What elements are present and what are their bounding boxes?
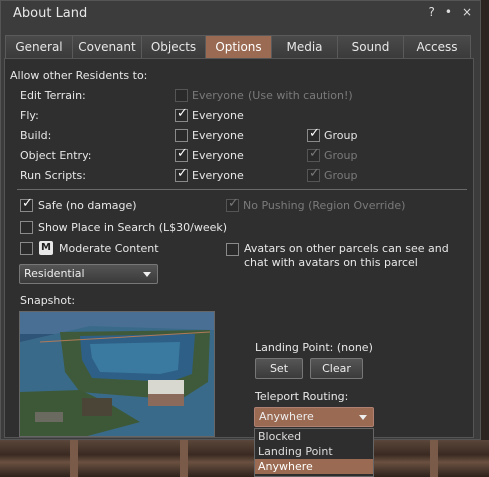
run-scripts-everyone-checkbox[interactable]: ✓ bbox=[175, 166, 188, 182]
help-icon[interactable]: ? bbox=[428, 5, 434, 19]
checkmark-icon: ✓ bbox=[22, 196, 33, 211]
snapshot-image[interactable] bbox=[19, 311, 215, 437]
clear-button[interactable]: Clear bbox=[310, 358, 363, 379]
teleport-routing-value: Anywhere bbox=[259, 410, 314, 423]
allow-heading: Allow other Residents to: bbox=[10, 69, 148, 82]
tab-options[interactable]: Options bbox=[205, 35, 272, 59]
edit-terrain-everyone-label: Everyone bbox=[192, 89, 244, 102]
edit-terrain-everyone-checkbox[interactable] bbox=[175, 89, 188, 102]
checkmark-icon: ✓ bbox=[309, 146, 320, 161]
checkmark-icon: ✓ bbox=[177, 146, 188, 161]
no-pushing-checkbox[interactable]: ✓ bbox=[226, 196, 239, 212]
run-scripts-group-label: Group bbox=[324, 169, 358, 182]
fly-label: Fly: bbox=[20, 109, 39, 122]
teleport-routing-label: Teleport Routing: bbox=[255, 390, 349, 403]
set-button[interactable]: Set bbox=[255, 358, 303, 379]
checkmark-icon: ✓ bbox=[177, 106, 188, 121]
minimize-icon[interactable]: • bbox=[445, 5, 452, 19]
avatars-see-label-line1: Avatars on other parcels can see and bbox=[244, 242, 449, 255]
landing-point-label: Landing Point: (none) bbox=[255, 341, 373, 354]
checkmark-icon: ✓ bbox=[309, 166, 320, 181]
object-entry-everyone-checkbox[interactable]: ✓ bbox=[175, 146, 188, 162]
moderate-rating-icon: M bbox=[39, 241, 53, 255]
object-entry-label: Object Entry: bbox=[20, 149, 92, 162]
tab-access[interactable]: Access bbox=[403, 35, 471, 59]
background-scene bbox=[0, 440, 489, 477]
fly-everyone-label: Everyone bbox=[192, 109, 244, 122]
tab-sound[interactable]: Sound bbox=[337, 35, 404, 59]
show-in-search-label: Show Place in Search (L$30/week) bbox=[38, 221, 228, 234]
tab-general[interactable]: General bbox=[5, 35, 73, 59]
build-everyone-checkbox[interactable] bbox=[175, 129, 188, 142]
build-label: Build: bbox=[20, 129, 52, 142]
moderate-content-checkbox[interactable] bbox=[20, 242, 33, 255]
divider bbox=[17, 189, 467, 190]
title-bar[interactable]: About Land ? • × bbox=[1, 1, 480, 26]
run-scripts-everyone-label: Everyone bbox=[192, 169, 244, 182]
run-scripts-group-checkbox[interactable]: ✓ bbox=[307, 166, 320, 182]
checkmark-icon: ✓ bbox=[177, 166, 188, 181]
tab-objects[interactable]: Objects bbox=[141, 35, 206, 59]
close-icon[interactable]: × bbox=[462, 5, 472, 19]
object-entry-everyone-label: Everyone bbox=[192, 149, 244, 162]
tab-media[interactable]: Media bbox=[271, 35, 338, 59]
moderate-content-label: Moderate Content bbox=[59, 242, 159, 255]
fly-everyone-checkbox[interactable]: ✓ bbox=[175, 106, 188, 122]
safe-label: Safe (no damage) bbox=[38, 199, 137, 212]
avatars-see-label-line2: chat with avatars on this parcel bbox=[244, 256, 418, 269]
show-in-search-checkbox[interactable] bbox=[20, 221, 33, 234]
safe-checkbox[interactable]: ✓ bbox=[20, 196, 33, 212]
no-pushing-label: No Pushing (Region Override) bbox=[243, 199, 406, 212]
build-group-label: Group bbox=[324, 129, 358, 142]
teleport-option-anywhere[interactable]: Anywhere bbox=[255, 459, 373, 474]
object-entry-group-label: Group bbox=[324, 149, 358, 162]
teleport-option-blocked[interactable]: Blocked bbox=[255, 429, 373, 444]
chevron-down-icon bbox=[359, 415, 367, 420]
run-scripts-label: Run Scripts: bbox=[20, 169, 86, 182]
teleport-routing-dropdown[interactable]: Anywhere bbox=[254, 407, 374, 427]
teleport-option-landing-point[interactable]: Landing Point bbox=[255, 444, 373, 459]
teleport-routing-options: Blocked Landing Point Anywhere bbox=[254, 428, 374, 477]
build-group-checkbox[interactable]: ✓ bbox=[307, 126, 320, 142]
edit-terrain-label: Edit Terrain: bbox=[20, 89, 86, 102]
category-value: Residential bbox=[24, 267, 85, 280]
snapshot-label: Snapshot: bbox=[20, 294, 76, 307]
category-dropdown[interactable]: Residential bbox=[19, 264, 158, 284]
checkmark-icon: ✓ bbox=[309, 126, 320, 141]
tab-bar: General Covenant Objects Options Media S… bbox=[5, 35, 475, 59]
edit-terrain-note: (Use with caution!) bbox=[248, 89, 353, 102]
object-entry-group-checkbox[interactable]: ✓ bbox=[307, 146, 320, 162]
tab-covenant[interactable]: Covenant bbox=[72, 35, 142, 59]
window-title: About Land bbox=[13, 6, 88, 21]
chevron-down-icon bbox=[143, 272, 151, 277]
build-everyone-label: Everyone bbox=[192, 129, 244, 142]
checkmark-icon: ✓ bbox=[228, 196, 239, 211]
avatars-see-checkbox[interactable] bbox=[226, 243, 239, 256]
